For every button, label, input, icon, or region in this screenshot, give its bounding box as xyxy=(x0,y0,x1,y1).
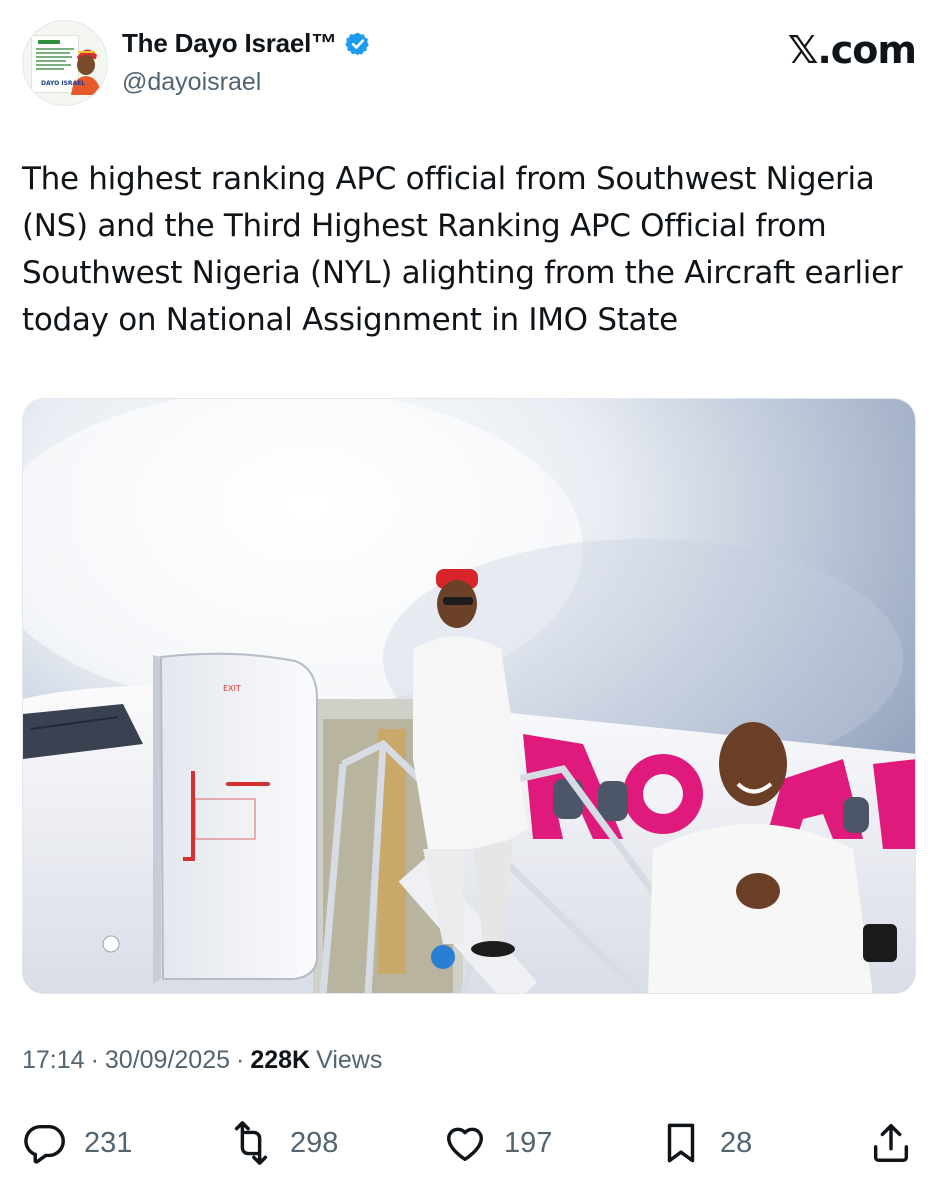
views-label: Views xyxy=(316,1046,383,1074)
tweet-date[interactable]: 30/09/2025 xyxy=(105,1046,230,1075)
like-icon xyxy=(446,1127,484,1162)
tweet-photo[interactable]: EXIT xyxy=(22,398,916,994)
photo-aircraft-arrival: EXIT xyxy=(23,399,915,993)
bookmark-icon xyxy=(667,1123,695,1163)
repost-count: 298 xyxy=(290,1126,339,1159)
exit-sign: EXIT xyxy=(223,684,241,693)
reply-button[interactable]: 231 xyxy=(22,1116,132,1170)
avatar-person-icon xyxy=(71,49,101,95)
reply-icon xyxy=(24,1124,65,1164)
share-button[interactable] xyxy=(868,1116,914,1170)
like-count: 197 xyxy=(504,1126,553,1159)
verified-badge-icon xyxy=(345,32,369,55)
tweet-time[interactable]: 17:14 xyxy=(22,1046,85,1075)
author-display-name[interactable]: The Dayo Israel™ xyxy=(122,28,337,59)
bookmark-count: 28 xyxy=(720,1126,753,1159)
tweet-text: The highest ranking APC official from So… xyxy=(22,161,903,338)
avatar-caption: DAYO ISRAEL xyxy=(41,80,86,87)
reply-count: 231 xyxy=(84,1126,133,1159)
tweet-header: DAYO ISRAEL The Dayo Israel™ @dayoisrael… xyxy=(22,20,922,110)
author-handle[interactable]: @dayoisrael xyxy=(122,68,261,97)
tweet-actions: 231 298 197 28 xyxy=(22,1116,916,1170)
meta-separator: · xyxy=(236,1046,245,1074)
share-icon xyxy=(873,1124,909,1162)
meta-separator: · xyxy=(90,1046,99,1074)
tweet-metadata: 17:14 · 30/09/2025 · 228K Views xyxy=(22,1046,382,1075)
like-button[interactable]: 197 xyxy=(442,1116,552,1170)
repost-icon xyxy=(234,1121,268,1165)
views-count: 228K xyxy=(250,1046,311,1074)
repost-button[interactable]: 298 xyxy=(228,1116,338,1170)
x-logo-icon: 𝕏.com xyxy=(787,28,917,72)
bookmark-button[interactable]: 28 xyxy=(658,1116,752,1170)
profile-avatar-icon[interactable]: DAYO ISRAEL xyxy=(22,20,108,106)
